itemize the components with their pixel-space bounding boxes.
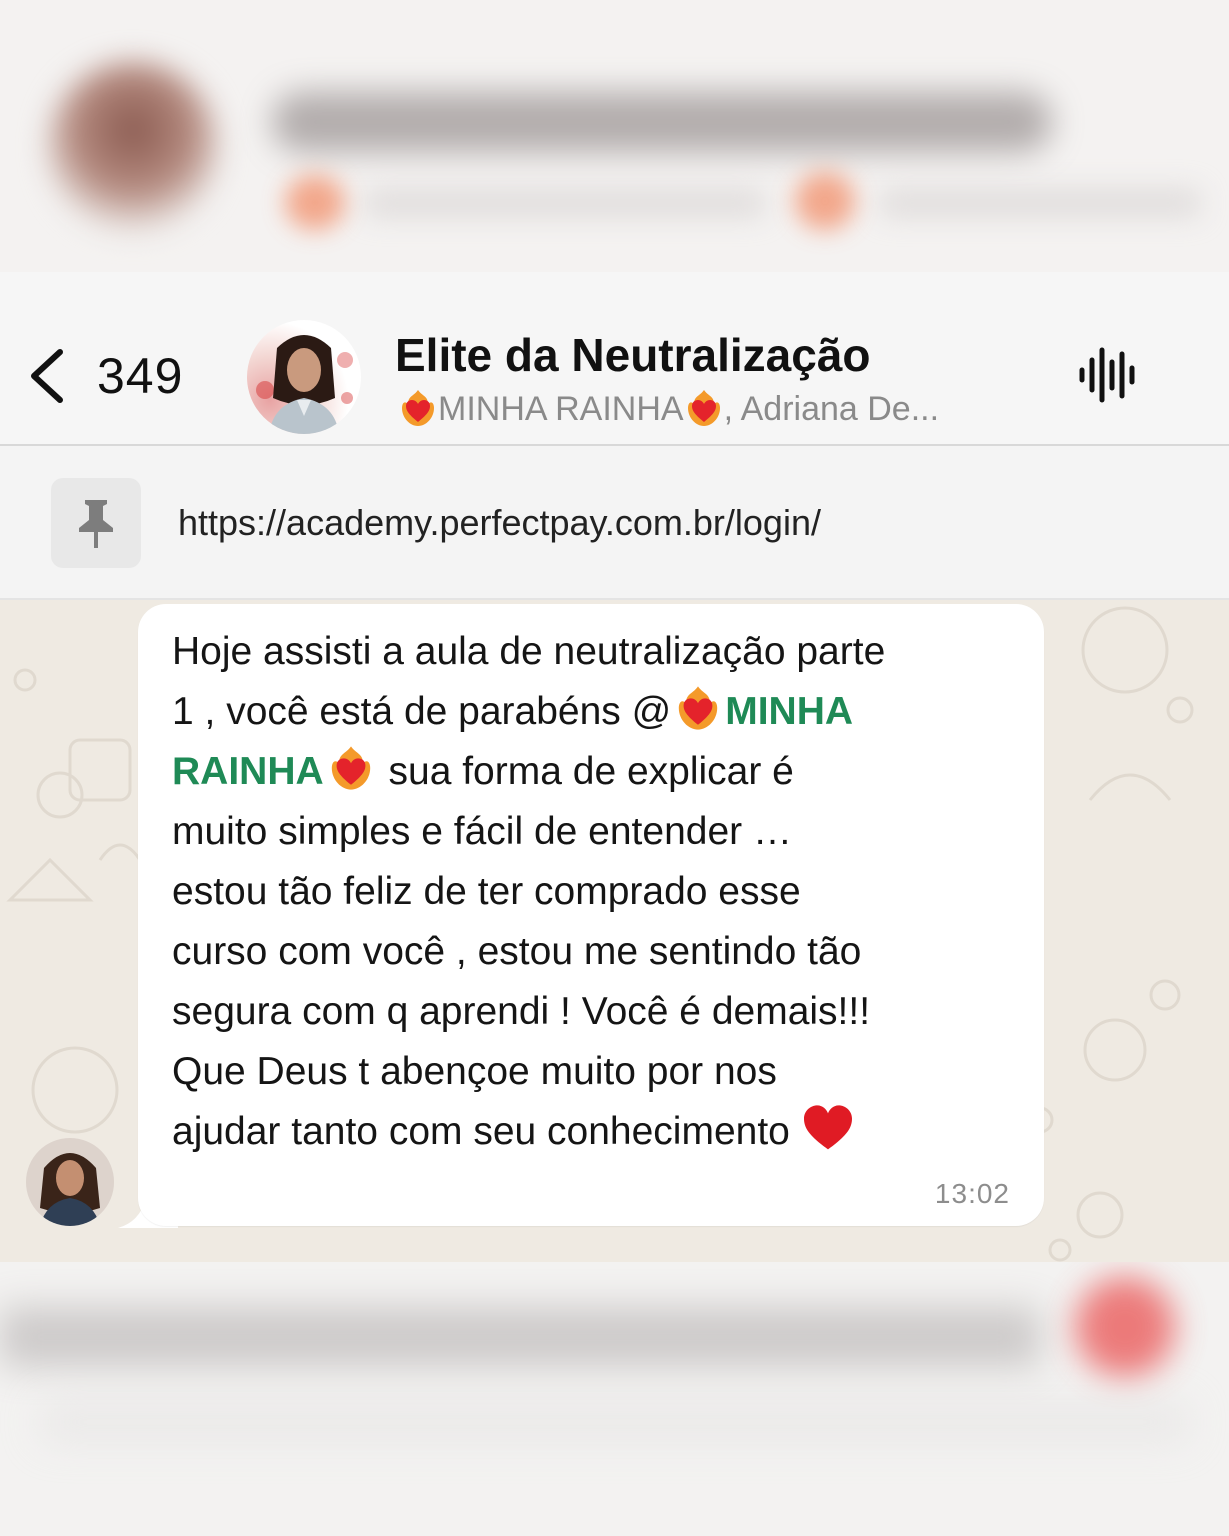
- message-line: muito simples e fácil de entender …: [172, 810, 792, 853]
- pinned-message-bar[interactable]: https://academy.perfectpay.com.br/login/: [0, 446, 1229, 600]
- sender-avatar[interactable]: [26, 1138, 114, 1226]
- blurred-emoji: [1075, 1277, 1175, 1377]
- message-line: sua forma de explicar é: [377, 750, 794, 793]
- subtitle-rest: , Adriana De...: [723, 390, 940, 428]
- blurred-text: [0, 1307, 1040, 1367]
- blurred-next-message: [0, 1262, 1229, 1536]
- red-heart-icon: [803, 1105, 852, 1150]
- voice-waveform-icon[interactable]: [1078, 344, 1138, 406]
- heart-on-fire-icon: [331, 746, 370, 790]
- pin-icon: [79, 500, 113, 548]
- heart-on-fire-icon: [679, 686, 718, 730]
- heart-on-fire-icon: [687, 390, 720, 426]
- back-chevron-icon[interactable]: [26, 348, 66, 404]
- blurred-emoji: [795, 172, 855, 230]
- blurred-previous-header: [0, 0, 1229, 272]
- blurred-subtitle: [880, 190, 1200, 216]
- group-title[interactable]: Elite da Neutralização: [395, 328, 871, 382]
- mention-link[interactable]: RAINHA: [172, 750, 324, 793]
- pinned-url[interactable]: https://academy.perfectpay.com.br/login/: [178, 502, 821, 544]
- subtitle-mention: MINHA RAINHA: [438, 390, 684, 428]
- heart-on-fire-icon: [402, 390, 434, 426]
- message-line: curso com você , estou me sentindo tão: [172, 930, 862, 973]
- message-line: estou tão feliz de ter comprado esse: [172, 870, 801, 913]
- group-avatar[interactable]: [247, 320, 361, 434]
- message-line: Hoje assisti a aula de neutralização par…: [172, 630, 886, 673]
- message-time: 13:02: [934, 1178, 1010, 1209]
- blurred-title: [272, 92, 1052, 152]
- unread-count[interactable]: 349: [97, 347, 183, 405]
- message-text[interactable]: Hoje assisti a aula de neutralização par…: [172, 622, 1032, 1162]
- message-line: segura com q aprendi ! Você é demais!!!: [172, 990, 871, 1033]
- blurred-avatar: [48, 62, 218, 232]
- message-line: Que Deus t abençoe muito por nos: [172, 1050, 777, 1093]
- mention-link[interactable]: MINHA: [725, 690, 853, 733]
- group-members[interactable]: MINHA RAINHA , Adriana De...: [398, 388, 939, 429]
- message-line: 1 , você está de parabéns @: [172, 690, 672, 733]
- chat-area: Hoje assisti a aula de neutralização par…: [0, 600, 1229, 1262]
- pin-button[interactable]: [51, 478, 141, 568]
- message-bubble[interactable]: Hoje assisti a aula de neutralização par…: [138, 604, 1044, 1226]
- message-line: ajudar tanto com seu conhecimento: [172, 1110, 790, 1153]
- blurred-text: [40, 1402, 1190, 1442]
- blurred-subtitle: [365, 190, 765, 216]
- blurred-emoji: [285, 175, 345, 230]
- chat-header: 349 Elite da Neutralização MINHA RAINHA …: [0, 272, 1229, 446]
